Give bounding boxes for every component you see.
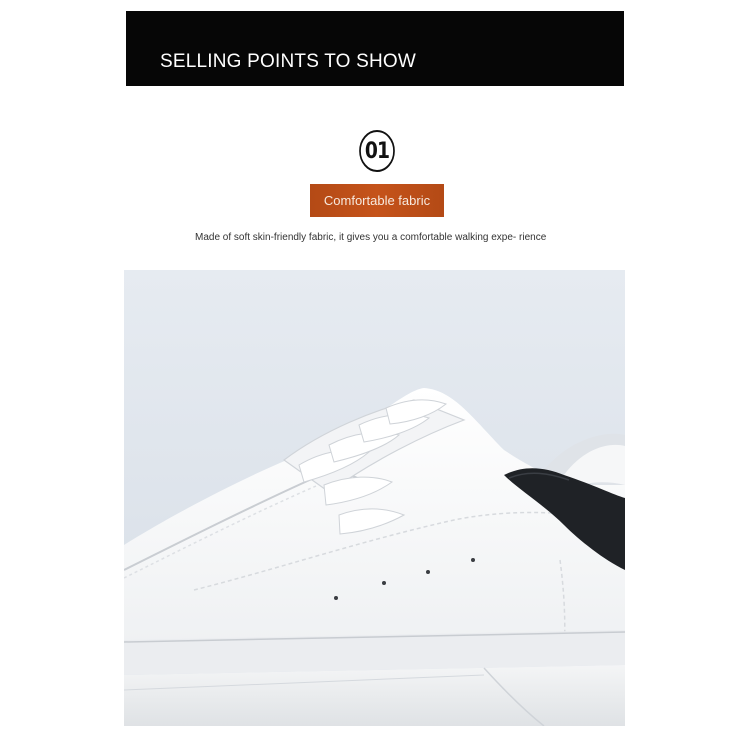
section-header-banner: SELLING POINTS TO SHOW: [126, 11, 624, 86]
feature-description: Made of soft skin-friendly fabric, it gi…: [195, 232, 547, 243]
section-title: SELLING POINTS TO SHOW: [160, 51, 417, 72]
feature-tag: Comfortable fabric: [310, 184, 444, 217]
product-photo: [124, 270, 625, 726]
feature-number-badge: 01: [359, 130, 395, 172]
sneaker-image: [124, 270, 625, 726]
